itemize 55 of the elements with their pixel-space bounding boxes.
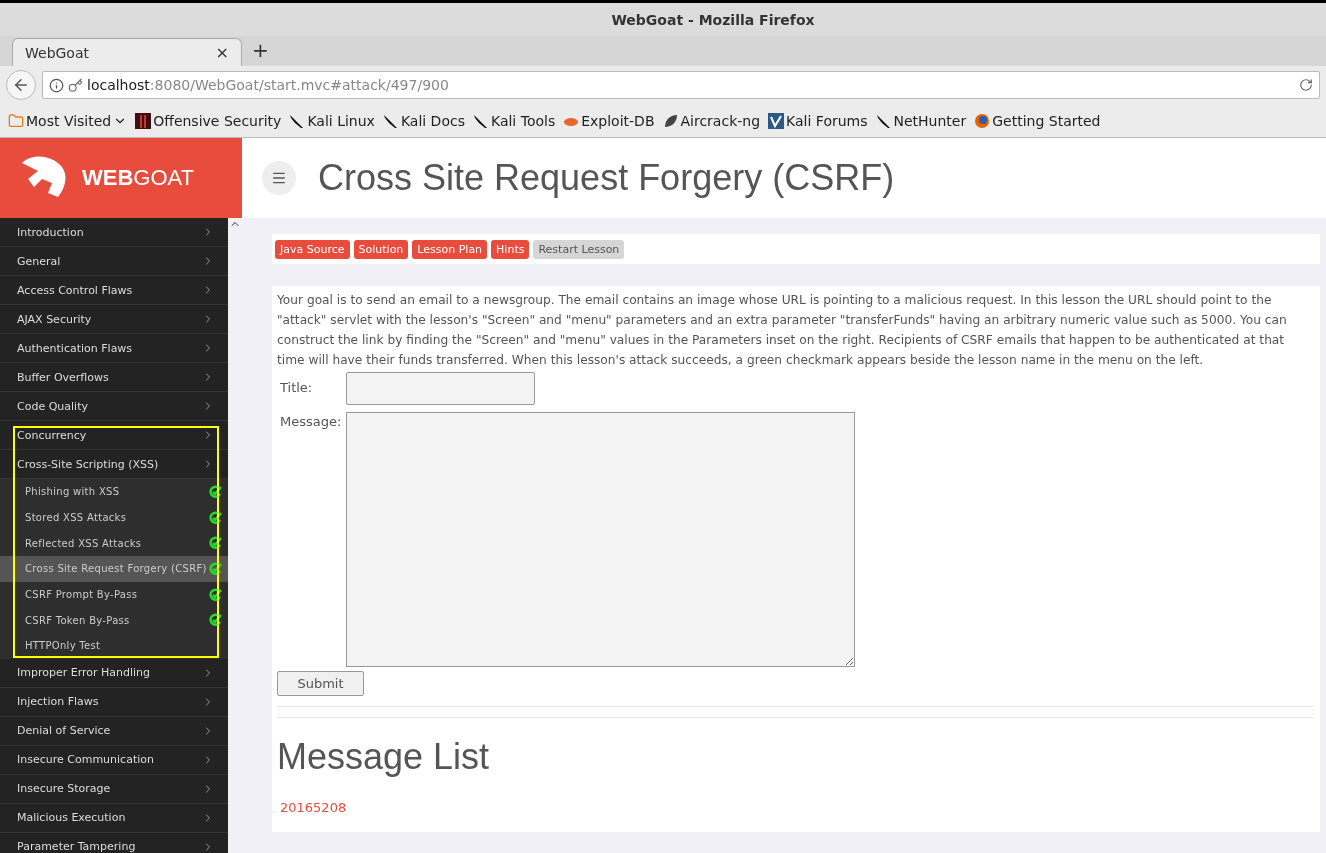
lesson-item[interactable]: CSRF Token By-Pass <box>0 607 228 634</box>
bookmark-link[interactable]: NetHunter <box>875 112 967 129</box>
window-title: WebGoat - Mozilla Firefox <box>610 11 815 28</box>
lesson-button[interactable]: Restart Lesson <box>533 239 625 259</box>
lesson-button[interactable]: Hints <box>491 239 530 259</box>
bookmark-link[interactable]: Aircrack-ng <box>662 112 761 129</box>
bookmark-link[interactable]: Kali Tools <box>472 112 556 129</box>
tab-title: WebGoat <box>25 44 89 61</box>
folder-icon <box>8 112 24 129</box>
lesson-button[interactable]: Lesson Plan <box>412 239 488 259</box>
new-tab-button[interactable]: + <box>252 38 269 66</box>
bookmark-link[interactable]: Kali Linux <box>289 112 375 129</box>
check-icon <box>208 536 222 551</box>
forum-icon <box>768 112 785 129</box>
bookmark-link[interactable]: Kali Forums <box>768 112 868 129</box>
lesson-item[interactable]: Stored XSS Attacks <box>0 504 228 531</box>
lesson-item[interactable]: HTTPOnly Test <box>0 633 228 659</box>
message-field[interactable] <box>346 412 855 667</box>
menu-button[interactable] <box>262 161 296 195</box>
browser-tab[interactable]: WebGoat × <box>12 38 242 66</box>
bookmark-link[interactable]: Getting Started <box>974 112 1101 129</box>
bookmark-link[interactable]: Kali Docs <box>382 112 465 129</box>
lesson-button[interactable]: Java Source <box>275 239 350 259</box>
globe-icon <box>974 112 991 129</box>
bookmark-link[interactable]: Exploit-DB <box>563 112 655 129</box>
message-link[interactable]: 20165208 <box>277 800 1314 815</box>
close-icon[interactable]: × <box>215 43 229 62</box>
field-label: Message: <box>280 413 340 429</box>
address-field[interactable]: localhost:8080/WebGoat/start.mvc#attack/497/900 <box>42 71 1320 99</box>
lesson-description: Your goal is to send an email to a newsgroup. The email contains an image whose URL is pointing to a malicious request. In this lesson the URL should point to the "attack" servlet with the lesson's "Screen" and "menu" parameters and an extra parameter "transferFunds" having an arbitrary numeric value such as 5000. You can construct the link by finding the "Screen" and "menu" values in the Parameters inset on the right. Recipients of CSRF emails that happen to be authenticated at that time will have their funds transferred. When this lesson's attack succeeds, a green checkmark appears beside the lesson name in the menu on the left. <box>277 292 1288 369</box>
leaf-icon <box>662 112 679 129</box>
check-icon <box>208 587 222 602</box>
check-icon <box>208 484 222 499</box>
bookmark-link[interactable]: Most Visited <box>8 112 128 129</box>
submit-button[interactable]: Submit <box>277 671 364 696</box>
logo-text: WEBGOAT <box>82 165 195 191</box>
logo-icon <box>135 112 152 129</box>
field-label: Title: <box>280 379 314 395</box>
section-heading: Message List <box>277 736 491 778</box>
check-icon <box>208 613 222 628</box>
lesson-button[interactable]: Solution <box>353 239 409 259</box>
check-icon <box>208 510 222 525</box>
lesson-item[interactable]: Cross Site Request Forgery (CSRF) <box>0 556 228 582</box>
title-field[interactable] <box>346 372 535 405</box>
check-icon <box>208 561 222 576</box>
lesson-item[interactable]: Phishing with XSS <box>0 479 228 505</box>
menu-icon <box>271 170 287 186</box>
lesson-item[interactable]: Reflected XSS Attacks <box>0 530 228 557</box>
back-button[interactable] <box>6 70 36 100</box>
bookmark-link[interactable]: Offensive Security <box>135 112 282 129</box>
info-icon[interactable] <box>49 77 64 93</box>
reload-icon[interactable] <box>1299 78 1313 92</box>
key-icon <box>68 77 83 93</box>
page-title: Cross Site Request Forgery (CSRF) <box>318 157 895 199</box>
lesson-item[interactable]: CSRF Prompt By-Pass <box>0 581 228 608</box>
